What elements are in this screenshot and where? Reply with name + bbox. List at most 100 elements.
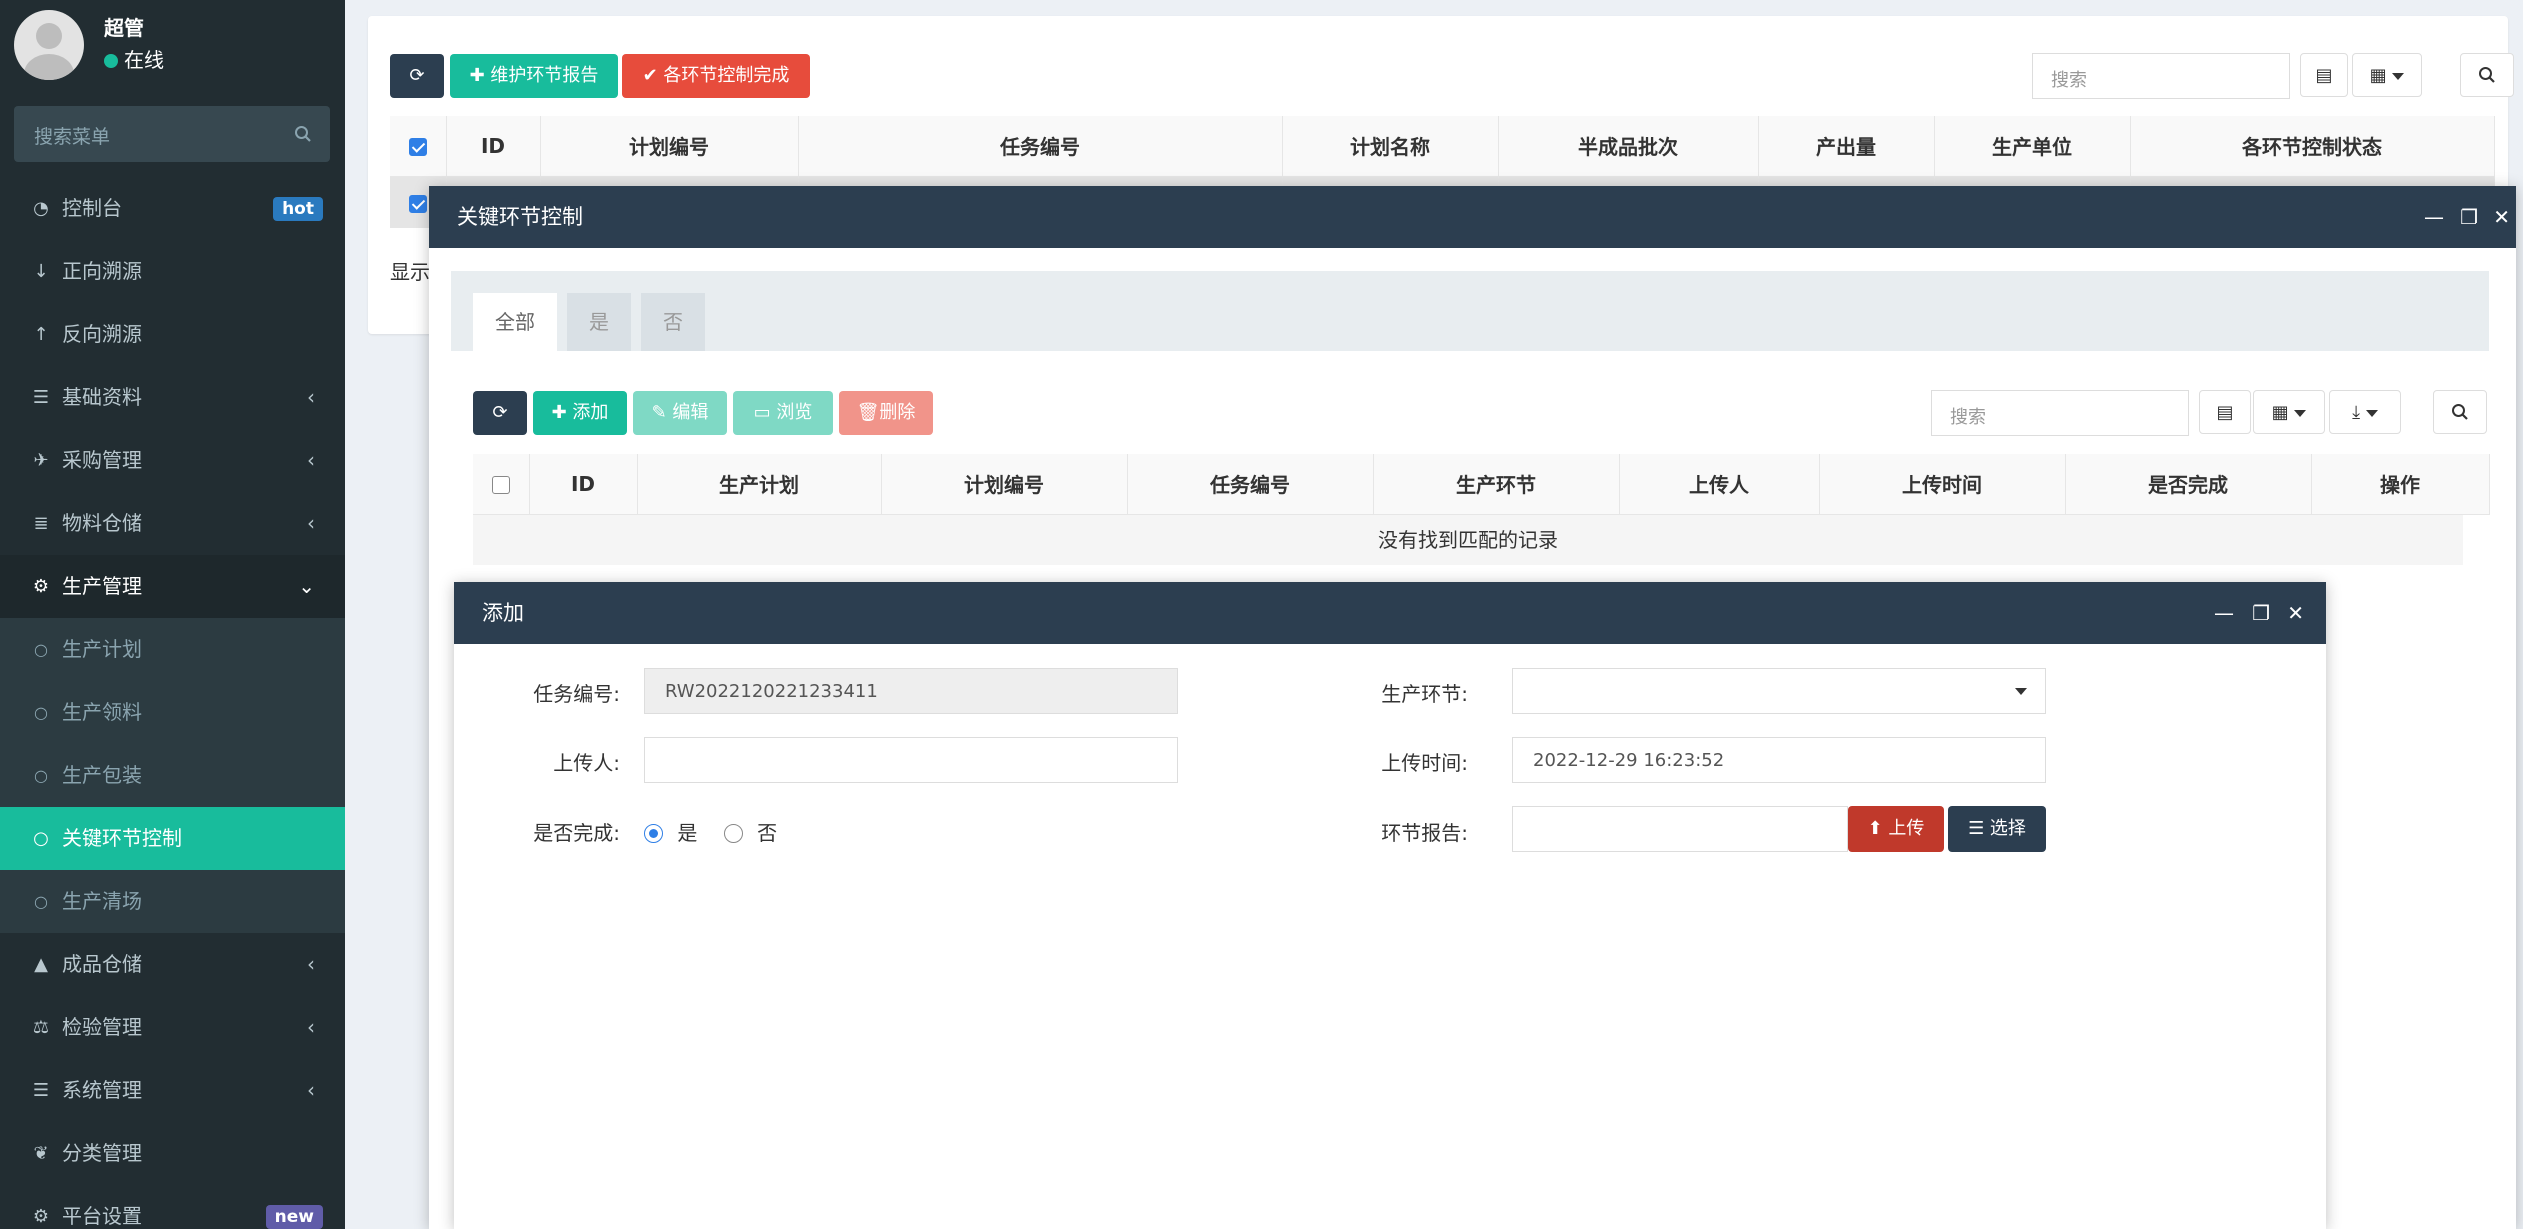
col-header[interactable]: 计划编号 [540, 116, 799, 177]
tab-all[interactable]: 全部 [473, 293, 557, 351]
col-header[interactable]: 产出量 [1758, 116, 1935, 177]
done-yes-radio[interactable] [644, 824, 663, 843]
tab-yes[interactable]: 是 [567, 293, 631, 351]
sidebar-item-label: 生产包装 [62, 763, 142, 787]
sidebar-item-purchase[interactable]: ✈ 采购管理 ‹ [0, 429, 345, 492]
sidebar-search-input[interactable]: 搜索菜单 [14, 106, 330, 162]
close-icon[interactable]: ✕ [2287, 582, 2304, 644]
columns-icon: ▦ [2369, 65, 2387, 86]
col-header[interactable]: 各环节控制状态 [2130, 116, 2495, 177]
search-icon[interactable] [294, 124, 312, 148]
maintain-report-label: 维护环节报告 [490, 65, 599, 86]
avatar[interactable] [14, 10, 84, 80]
sidebar-item-system[interactable]: ☰ 系统管理 ‹ [0, 1059, 345, 1122]
sidebar-item-platform-settings[interactable]: ⚙ 平台设置 new [0, 1185, 345, 1229]
uploader-input[interactable] [644, 737, 1178, 783]
delete-button[interactable]: 🗑删除 [839, 391, 933, 435]
sidebar-item-forward-trace[interactable]: ↓ 正向溯源 [0, 240, 345, 303]
col-header[interactable]: 上传时间 [1819, 454, 2066, 515]
sidebar-item-production-plan[interactable]: ○ 生产计划 [0, 618, 345, 681]
col-header[interactable]: 是否完成 [2065, 454, 2312, 515]
add-button[interactable]: ✚ 添加 [533, 391, 627, 435]
sidebar-item-label: 物料仓储 [62, 511, 142, 535]
pencil-icon: ✎ [651, 402, 673, 423]
report-file-input[interactable] [1512, 806, 1848, 852]
sidebar-item-dashboard[interactable]: ◔ 控制台 hot [0, 177, 345, 240]
columns-dropdown-button[interactable]: ▦ [2352, 53, 2422, 97]
main-search-input[interactable]: 搜索 [2032, 53, 2290, 99]
choose-button[interactable]: ☰ 选择 [1948, 806, 2046, 852]
advanced-search-button[interactable] [2460, 53, 2514, 97]
user-status: 在线 [104, 44, 164, 73]
col-header[interactable]: ID [446, 116, 541, 177]
sidebar-item-production[interactable]: ⚙ 生产管理 ⌄ [0, 555, 345, 618]
col-header[interactable]: 计划编号 [881, 454, 1128, 515]
col-header[interactable]: 生产计划 [637, 454, 882, 515]
done-no-label[interactable]: 否 [757, 821, 777, 845]
maximize-icon[interactable]: ❐ [2252, 582, 2270, 644]
done-yes-label[interactable]: 是 [677, 821, 697, 845]
online-dot-icon [104, 54, 118, 68]
close-icon[interactable]: ✕ [2493, 186, 2510, 248]
tab-no[interactable]: 否 [641, 293, 705, 351]
col-header[interactable]: 计划名称 [1282, 116, 1499, 177]
key-control-title-bar[interactable]: 关键环节控制 [429, 186, 2516, 248]
sidebar-item-reverse-trace[interactable]: ↑ 反向溯源 [0, 303, 345, 366]
advanced-search-button[interactable] [2433, 390, 2487, 434]
select-all-cell[interactable] [390, 116, 447, 177]
stage-select[interactable] [1512, 668, 2046, 714]
done-no-radio[interactable] [723, 824, 743, 843]
col-header[interactable]: 上传人 [1619, 454, 1820, 515]
leaf-icon: ❦ [33, 1143, 49, 1164]
sidebar-item-label: 成品仓储 [62, 952, 142, 976]
sidebar-item-finished-storage[interactable]: ▲ 成品仓储 ‹ [0, 933, 345, 996]
sidebar-item-label: 反向溯源 [62, 322, 142, 346]
sidebar-item-key-control[interactable]: ○ 关键环节控制 [0, 807, 345, 870]
col-header[interactable]: 生产环节 [1373, 454, 1620, 515]
key-control-table: ID 生产计划 计划编号 任务编号 生产环节 上传人 上传时间 是否完成 操作 [473, 454, 2490, 515]
sidebar-search-placeholder: 搜索菜单 [34, 126, 111, 148]
arrow-down-icon: ↓ [33, 261, 49, 282]
sidebar-item-label: 系统管理 [62, 1078, 142, 1102]
search-icon [2452, 404, 2468, 420]
browse-button[interactable]: ▭ 浏览 [733, 391, 833, 435]
columns-dropdown-button[interactable]: ▦ [2253, 390, 2325, 434]
sidebar-item-inspection[interactable]: ⚖ 检验管理 ‹ [0, 996, 345, 1059]
minimize-icon[interactable]: — [2424, 186, 2444, 248]
export-dropdown-button[interactable]: ⤓ [2329, 390, 2401, 434]
maintain-report-button[interactable]: ✚ 维护环节报告 [450, 54, 618, 98]
all-control-complete-button[interactable]: ✔ 各环节控制完成 [622, 54, 810, 98]
sidebar-item-label: 生产领料 [62, 700, 142, 724]
caret-down-icon [2294, 409, 2307, 417]
add-title-bar[interactable]: 添加 [454, 582, 2326, 644]
sidebar-item-label: 控制台 [62, 196, 122, 220]
col-header[interactable]: 生产单位 [1934, 116, 2131, 177]
col-header[interactable]: 半成品批次 [1498, 116, 1759, 177]
maximize-icon[interactable]: ❐ [2460, 186, 2478, 248]
row-checkbox[interactable] [408, 194, 427, 213]
upload-button[interactable]: ⬆ 上传 [1848, 806, 1944, 852]
col-header[interactable]: 任务编号 [798, 116, 1283, 177]
select-all-checkbox[interactable] [491, 476, 510, 495]
sidebar-item-material-storage[interactable]: ≣ 物料仓储 ‹ [0, 492, 345, 555]
select-all-cell[interactable] [473, 454, 530, 515]
add-window: 添加 — ❐ ✕ 任务编号: RW2022120221233411 生产环节: … [454, 582, 2326, 1229]
sidebar-item-basic-data[interactable]: ☰ 基础资料 ‹ [0, 366, 345, 429]
toggle-view-button[interactable]: ▤ [2199, 390, 2251, 434]
col-header[interactable]: ID [529, 454, 638, 515]
sidebar-item-label: 分类管理 [62, 1141, 142, 1165]
refresh-button[interactable]: ⟳ [390, 54, 444, 98]
minimize-icon[interactable]: — [2214, 582, 2234, 644]
caret-down-icon [2392, 72, 2405, 80]
sidebar-item-clearance[interactable]: ○ 生产清场 [0, 870, 345, 933]
sidebar-item-packaging[interactable]: ○ 生产包装 [0, 744, 345, 807]
col-header[interactable]: 任务编号 [1127, 454, 1374, 515]
sidebar-item-material-pick[interactable]: ○ 生产领料 [0, 681, 345, 744]
edit-button[interactable]: ✎ 编辑 [633, 391, 727, 435]
select-all-checkbox[interactable] [408, 138, 427, 157]
upload-time-input[interactable]: 2022-12-29 16:23:52 [1512, 737, 2046, 783]
key-control-search-input[interactable]: 搜索 [1931, 390, 2189, 436]
refresh-button[interactable]: ⟳ [473, 391, 527, 435]
toggle-view-button[interactable]: ▤ [2300, 53, 2348, 97]
sidebar-item-category[interactable]: ❦ 分类管理 [0, 1122, 345, 1185]
